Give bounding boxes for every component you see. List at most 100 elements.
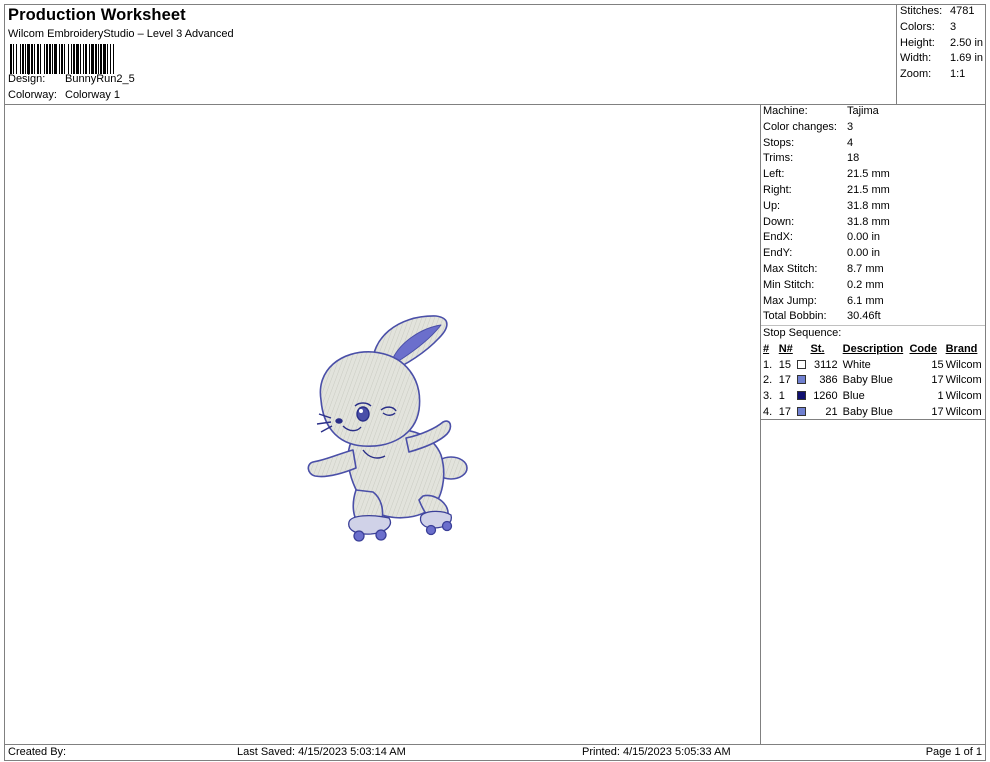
row-index: 4. bbox=[763, 405, 773, 418]
summary-value: 4781 bbox=[950, 5, 975, 17]
row-code: 17 bbox=[931, 405, 944, 418]
divider bbox=[761, 419, 985, 420]
machine-info-row: EndX: 0.00 in bbox=[763, 231, 880, 243]
machine-info-row: Machine: Tajima bbox=[763, 105, 879, 117]
info-label: EndY: bbox=[763, 247, 793, 260]
info-value: 8.7 mm bbox=[847, 263, 884, 275]
colorway-row: Colorway: Colorway 1 bbox=[8, 89, 120, 101]
row-description: Baby Blue bbox=[842, 374, 893, 387]
last-saved: Last Saved: 4/15/2023 5:03:14 AM bbox=[237, 746, 406, 758]
row-stitches: 3112 bbox=[814, 358, 838, 371]
swatch-cell bbox=[796, 357, 809, 373]
row-description: White bbox=[842, 358, 871, 371]
created-by: Created By: bbox=[8, 746, 67, 758]
divider bbox=[761, 325, 985, 326]
info-value: 0.00 in bbox=[847, 231, 881, 244]
software-name: Wilcom EmbroideryStudio – Level 3 Advanc… bbox=[8, 28, 234, 40]
table-row: 1. 15 3112 White 15 Wilcom bbox=[762, 357, 985, 373]
row-description: Blue bbox=[842, 389, 865, 402]
color-swatch bbox=[797, 390, 807, 400]
machine-info-row: Left: 21.5 mm bbox=[763, 168, 890, 180]
worksheet-header: Production Worksheet Wilcom EmbroiderySt… bbox=[4, 4, 986, 105]
bunny-embroidery-design bbox=[307, 315, 468, 542]
barcode bbox=[10, 44, 114, 74]
info-value: 0.2 mm bbox=[847, 278, 884, 291]
row-needle: 17 bbox=[778, 374, 791, 387]
info-label: Right: bbox=[763, 184, 792, 196]
table-row: 4. 17 21 Baby Blue 17 Wilcom bbox=[762, 404, 985, 420]
table-header-row: # N# St. Description Code Brand bbox=[762, 341, 985, 357]
page-number: Page 1 of 1 bbox=[925, 746, 982, 758]
swatch-cell bbox=[796, 388, 809, 404]
design-canvas[interactable] bbox=[4, 104, 761, 745]
info-label: Max Stitch: bbox=[763, 263, 818, 275]
machine-info-row: Color changes: 3 bbox=[763, 121, 853, 133]
design-summary: Stitches: 4781 Colors: 3 Height: 2.50 in Wi… bbox=[896, 5, 988, 105]
row-brand: Wilcom bbox=[945, 358, 982, 371]
summary-width: Width: 1.69 in bbox=[900, 52, 983, 64]
col-stitches: St. bbox=[810, 342, 825, 355]
summary-label: Stitches: bbox=[900, 5, 943, 17]
summary-zoom: Zoom: 1:1 bbox=[900, 68, 965, 80]
info-label: Stops: bbox=[763, 136, 795, 149]
info-label: Left: bbox=[763, 168, 785, 181]
row-brand: Wilcom bbox=[945, 389, 982, 402]
machine-info-row: Down: 31.8 mm bbox=[763, 216, 890, 228]
row-code: 15 bbox=[931, 358, 944, 371]
col-brand: Brand bbox=[945, 342, 978, 355]
machine-info-row: Total Bobbin: 30.46ft bbox=[763, 310, 881, 322]
info-value: 30.46ft bbox=[847, 310, 881, 323]
row-index: 1. bbox=[763, 358, 773, 371]
row-brand: Wilcom bbox=[945, 405, 982, 418]
info-value: 3 bbox=[847, 120, 854, 133]
color-swatch bbox=[797, 406, 807, 416]
col-swatch bbox=[796, 341, 809, 357]
machine-info-row: Stops: 4 bbox=[763, 137, 853, 149]
colorway-label: Colorway: bbox=[8, 89, 57, 101]
colorway-value: Colorway 1 bbox=[65, 89, 121, 101]
info-value: 21.5 mm bbox=[847, 168, 890, 181]
table-row: 2. 17 386 Baby Blue 17 Wilcom bbox=[762, 372, 985, 388]
machine-info-panel: Machine: Tajima Color changes: 3 Stops: 4 Trim… bbox=[760, 104, 986, 745]
worksheet-footer: Created By: Last Saved: 4/15/2023 5:03:1… bbox=[4, 744, 986, 761]
info-value: 4 bbox=[847, 136, 854, 149]
info-value: 0.00 in bbox=[847, 247, 881, 260]
swatch-cell bbox=[796, 404, 809, 420]
info-label: Color changes: bbox=[763, 120, 837, 133]
summary-height: Height: 2.50 in bbox=[900, 37, 983, 49]
machine-info-row: Max Jump: 6.1 mm bbox=[763, 295, 884, 307]
info-value: 18 bbox=[847, 152, 860, 165]
color-swatch bbox=[797, 375, 807, 385]
table-row: 3. 1 1260 Blue 1 Wilcom bbox=[762, 388, 985, 404]
summary-value: 2.50 in bbox=[950, 37, 984, 49]
row-code: 17 bbox=[931, 374, 944, 387]
swatch-cell bbox=[796, 372, 809, 388]
machine-info-row: EndY: 0.00 in bbox=[763, 247, 880, 259]
row-needle: 1 bbox=[778, 389, 785, 402]
summary-label: Zoom: bbox=[900, 68, 932, 80]
machine-info-row: Up: 31.8 mm bbox=[763, 200, 890, 212]
row-brand: Wilcom bbox=[945, 374, 982, 387]
info-label: EndX: bbox=[763, 231, 793, 244]
info-value: 31.8 mm bbox=[847, 215, 890, 228]
summary-label: Colors: bbox=[900, 21, 935, 33]
machine-info-row: Trims: 18 bbox=[763, 152, 859, 164]
machine-info-row: Max Stitch: 8.7 mm bbox=[763, 263, 884, 275]
design-value: BunnyRun2_5 bbox=[65, 73, 135, 85]
summary-label: Width: bbox=[900, 52, 932, 64]
summary-label: Height: bbox=[900, 37, 935, 49]
col-needle: N# bbox=[778, 342, 793, 355]
row-needle: 15 bbox=[778, 358, 791, 371]
col-code: Code bbox=[909, 342, 937, 355]
summary-value: 3 bbox=[950, 21, 957, 33]
info-label: Down: bbox=[763, 215, 795, 228]
design-label: Design: bbox=[8, 73, 46, 85]
color-swatch bbox=[797, 359, 807, 369]
info-value: Tajima bbox=[847, 105, 879, 117]
design-row: Design: BunnyRun2_5 bbox=[8, 73, 135, 85]
summary-stitches: Stitches: 4781 bbox=[900, 5, 974, 17]
col-description: Description bbox=[842, 342, 904, 355]
info-label: Machine: bbox=[763, 105, 808, 117]
info-label: Total Bobbin: bbox=[763, 310, 827, 323]
summary-value: 1:1 bbox=[950, 68, 966, 80]
